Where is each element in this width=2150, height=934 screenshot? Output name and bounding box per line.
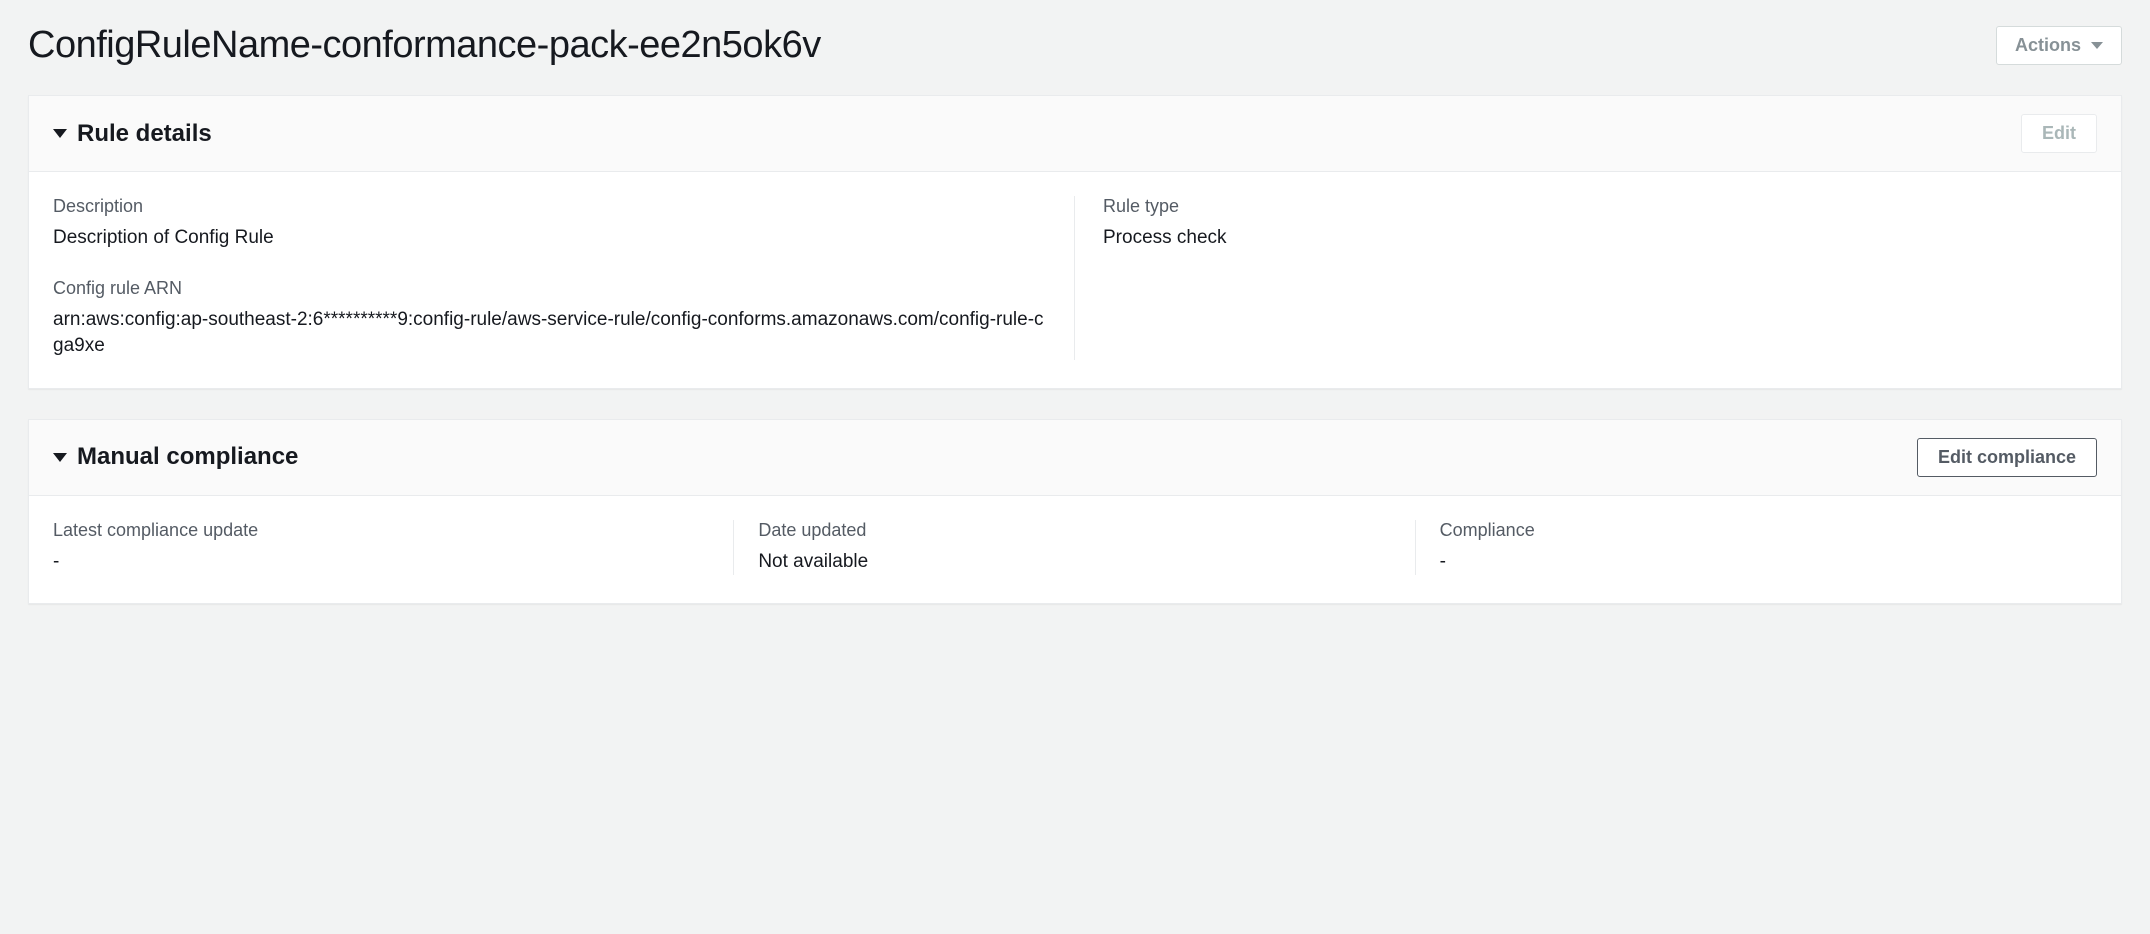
rule-details-body: Description Description of Config Rule C… — [29, 172, 2121, 388]
page-header: ConfigRuleName-conformance-pack-ee2n5ok6… — [28, 24, 2122, 67]
description-field: Description Description of Config Rule — [53, 196, 1046, 252]
latest-update-col: Latest compliance update - — [53, 520, 734, 576]
rule-details-left-col: Description Description of Config Rule C… — [53, 196, 1075, 360]
date-updated-value: Not available — [758, 549, 1390, 576]
actions-button-label: Actions — [2015, 35, 2081, 56]
date-updated-label: Date updated — [758, 520, 1390, 541]
manual-compliance-panel: Manual compliance Edit compliance Latest… — [28, 419, 2122, 605]
manual-compliance-body: Latest compliance update - Date updated … — [29, 496, 2121, 604]
compliance-label: Compliance — [1440, 520, 2073, 541]
description-label: Description — [53, 196, 1046, 217]
rule-details-title: Rule details — [77, 120, 212, 148]
rule-details-right-col: Rule type Process check — [1075, 196, 2097, 360]
rule-details-panel-header: Rule details Edit — [29, 96, 2121, 172]
compliance-grid: Latest compliance update - Date updated … — [53, 520, 2097, 576]
rule-details-panel: Rule details Edit Description Descriptio… — [28, 95, 2122, 389]
collapse-caret-icon[interactable] — [53, 453, 67, 462]
edit-rule-button[interactable]: Edit — [2021, 114, 2097, 153]
arn-value: arn:aws:config:ap-southeast-2:6*********… — [53, 307, 1046, 360]
description-value: Description of Config Rule — [53, 225, 1046, 252]
actions-button[interactable]: Actions — [1996, 26, 2122, 65]
compliance-value: - — [1440, 549, 2073, 576]
rule-type-label: Rule type — [1103, 196, 2097, 217]
manual-compliance-title: Manual compliance — [77, 443, 298, 471]
arn-field: Config rule ARN arn:aws:config:ap-southe… — [53, 278, 1046, 360]
page-title: ConfigRuleName-conformance-pack-ee2n5ok6… — [28, 24, 821, 67]
edit-compliance-button[interactable]: Edit compliance — [1917, 438, 2097, 477]
compliance-col: Compliance - — [1416, 520, 2097, 576]
rule-type-field: Rule type Process check — [1103, 196, 2097, 252]
date-updated-col: Date updated Not available — [734, 520, 1415, 576]
panel-title-wrap: Rule details — [53, 120, 212, 148]
arn-label: Config rule ARN — [53, 278, 1046, 299]
panel-title-wrap: Manual compliance — [53, 443, 298, 471]
caret-down-icon — [2091, 42, 2103, 49]
rule-type-value: Process check — [1103, 225, 2097, 252]
latest-update-value: - — [53, 549, 709, 576]
rule-details-grid: Description Description of Config Rule C… — [53, 196, 2097, 360]
collapse-caret-icon[interactable] — [53, 129, 67, 138]
latest-update-label: Latest compliance update — [53, 520, 709, 541]
manual-compliance-panel-header: Manual compliance Edit compliance — [29, 420, 2121, 496]
